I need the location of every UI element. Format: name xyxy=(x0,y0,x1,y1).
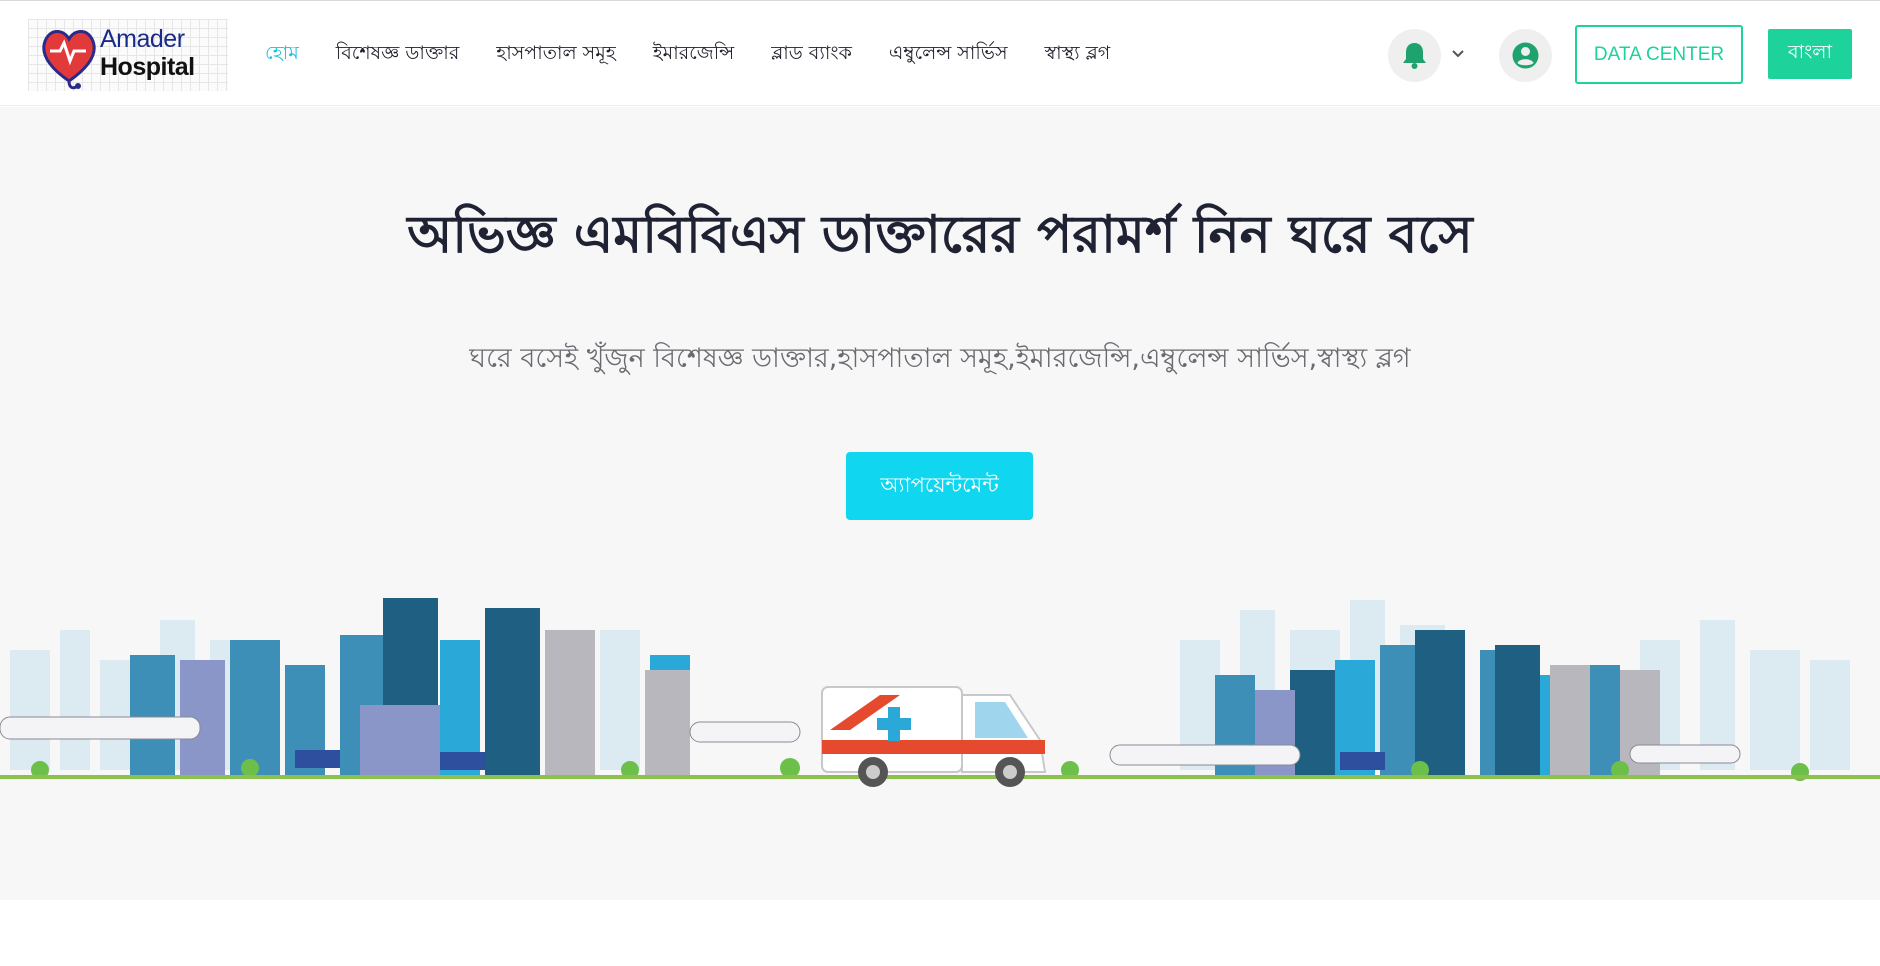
nav-health-blog[interactable]: স্বাস্থ্য ব্লগ xyxy=(1045,39,1111,71)
logo-text-line2: Hospital xyxy=(100,53,195,81)
appointment-button[interactable]: অ্যাপয়েন্টমেন্ট xyxy=(846,452,1033,520)
language-button[interactable]: বাংলা xyxy=(1768,29,1852,79)
user-circle-icon xyxy=(1512,42,1539,69)
heart-stethoscope-icon xyxy=(42,30,96,90)
city-skyline-illustration xyxy=(0,598,1880,787)
notification-button[interactable] xyxy=(1388,29,1441,82)
nav-home[interactable]: হোম xyxy=(265,39,299,71)
navbar: Amader Hospital হোম বিশেষজ্ঞ ডাক্তার হাস… xyxy=(0,1,1880,106)
user-profile-button[interactable] xyxy=(1499,29,1552,82)
main-nav: হোম বিশেষজ্ঞ ডাক্তার হাসপাতাল সমূহ ইমারজ… xyxy=(265,39,1147,71)
hero-subtitle: ঘরে বসেই খুঁজুন বিশেষজ্ঞ ডাক্তার,হাসপাতা… xyxy=(469,343,1411,374)
nav-specialist-doctors[interactable]: বিশেষজ্ঞ ডাক্তার xyxy=(336,39,460,71)
data-center-button[interactable]: DATA CENTER xyxy=(1575,25,1743,84)
ambulance-icon xyxy=(821,686,1047,787)
nav-emergency[interactable]: ইমারজেন্সি xyxy=(653,39,734,71)
nav-ambulance-service[interactable]: এম্বুলেন্স সার্ভিস xyxy=(889,39,1008,71)
hero-title: অভিজ্ঞ এমবিবিএস ডাক্তারের পরামর্শ নিন ঘর… xyxy=(407,205,1473,265)
logo-text-line1: Amader xyxy=(100,25,185,53)
bell-icon xyxy=(1403,43,1426,69)
nav-hospitals[interactable]: হাসপাতাল সমূহ xyxy=(496,39,616,71)
logo[interactable]: Amader Hospital xyxy=(28,19,228,91)
nav-blood-bank[interactable]: ব্লাড ব্যাংক xyxy=(771,39,852,71)
chevron-down-icon[interactable] xyxy=(1450,45,1466,61)
